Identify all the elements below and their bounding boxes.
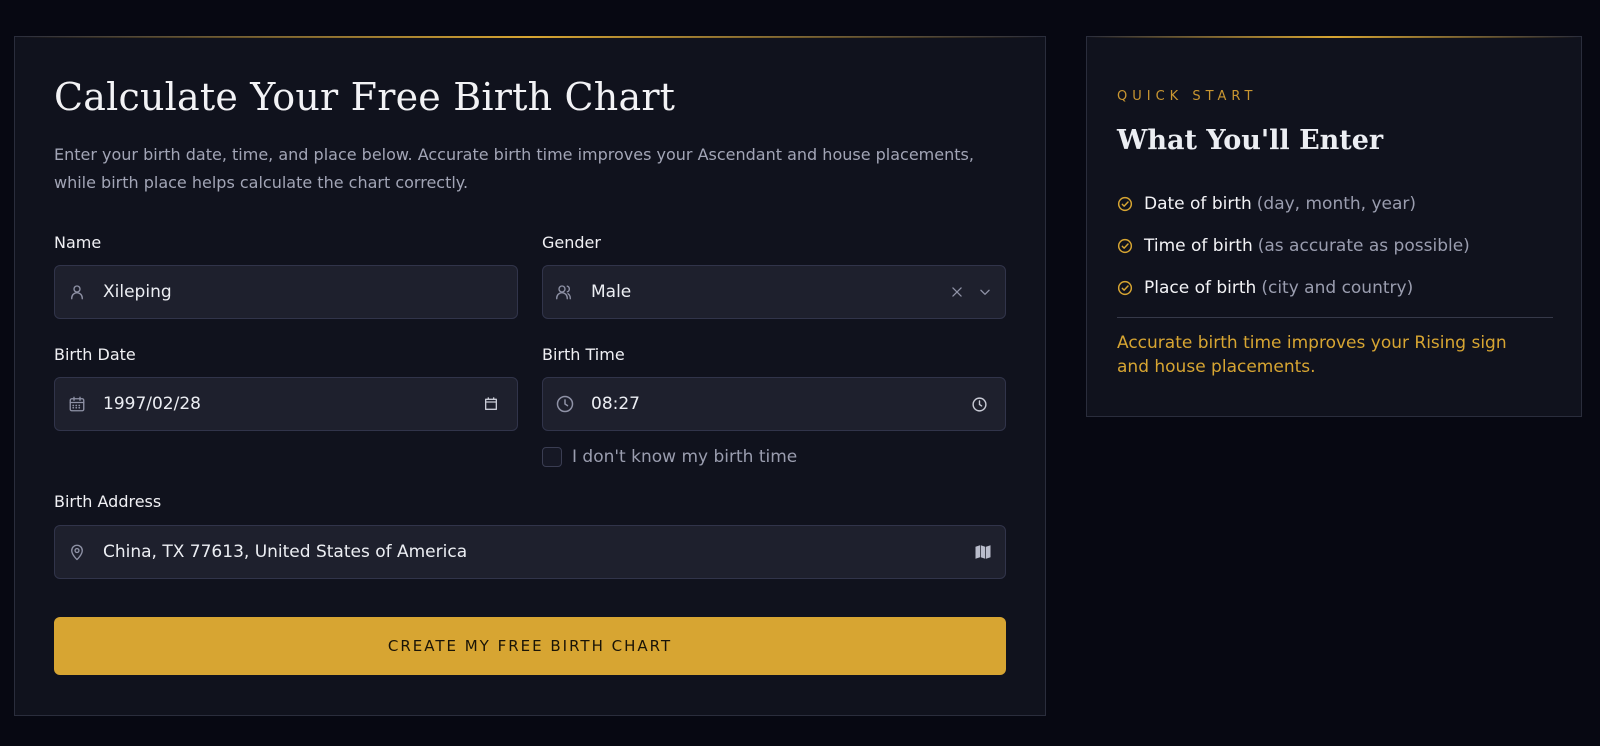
birth-time-input[interactable]: 08:27 [542,377,1006,431]
name-label: Name [54,233,102,252]
quick-start-title: What You'll Enter [1117,125,1384,156]
map-pin-icon [67,542,87,562]
check-circle-icon [1117,238,1133,254]
page-title: Calculate Your Free Birth Chart [54,75,676,119]
checklist-item-detail: (city and country) [1261,278,1414,298]
birth-address-input[interactable]: China, TX 77613, United States of Americ… [54,525,1006,579]
gender-value: Male [591,282,632,302]
map-icon[interactable] [973,542,993,562]
user-icon [67,282,87,302]
divider [1117,317,1553,318]
checklist-item-strong: Date of birth [1144,194,1252,214]
checklist-item-detail: (as accurate as possible) [1257,236,1470,256]
clock-icon [555,394,575,414]
quick-start-panel: QUICK START What You'll Enter Date of bi… [1086,36,1582,417]
checklist-item-detail: (day, month, year) [1256,194,1417,214]
list-item: Place of birth (city and country) [1117,267,1470,309]
accuracy-note: Accurate birth time improves your Rising… [1117,333,1507,377]
create-birth-chart-button[interactable]: CREATE MY FREE BIRTH CHART [54,617,1006,675]
birth-chart-form-panel: Calculate Your Free Birth Chart Enter yo… [14,36,1046,716]
list-item: Time of birth (as accurate as possible) [1117,225,1470,267]
checklist-item-strong: Time of birth [1144,236,1253,256]
gender-select[interactable]: Male [542,265,1006,319]
name-input[interactable]: Xileping [54,265,518,319]
birth-time-label: Birth Time [542,345,625,364]
chevron-down-icon[interactable] [975,282,995,302]
enter-checklist: Date of birth (day, month, year) Time of… [1117,183,1470,309]
check-circle-icon [1117,196,1133,212]
name-value: Xileping [103,282,172,302]
check-circle-icon [1117,280,1133,296]
intro-text: Enter your birth date, time, and place b… [54,145,974,192]
time-picker-icon[interactable] [969,394,989,414]
birth-date-value: 1997/02/28 [103,394,201,414]
checklist-item-strong: Place of birth [1144,278,1257,298]
users-icon [555,282,575,302]
date-picker-icon[interactable] [481,394,501,414]
birth-time-value: 08:27 [591,394,640,414]
birth-date-label: Birth Date [54,345,136,364]
unknown-birth-time-label: I don't know my birth time [572,447,798,467]
checkbox-box[interactable] [542,447,562,467]
birth-date-input[interactable]: 1997/02/28 [54,377,518,431]
calendar-icon [67,394,87,414]
clear-icon[interactable] [947,282,967,302]
birth-address-value: China, TX 77613, United States of Americ… [103,542,468,562]
birth-address-label: Birth Address [54,492,162,511]
list-item: Date of birth (day, month, year) [1117,183,1470,225]
quick-start-eyebrow: QUICK START [1117,89,1258,104]
unknown-birth-time-checkbox[interactable]: I don't know my birth time [542,447,797,467]
gender-label: Gender [542,233,601,252]
